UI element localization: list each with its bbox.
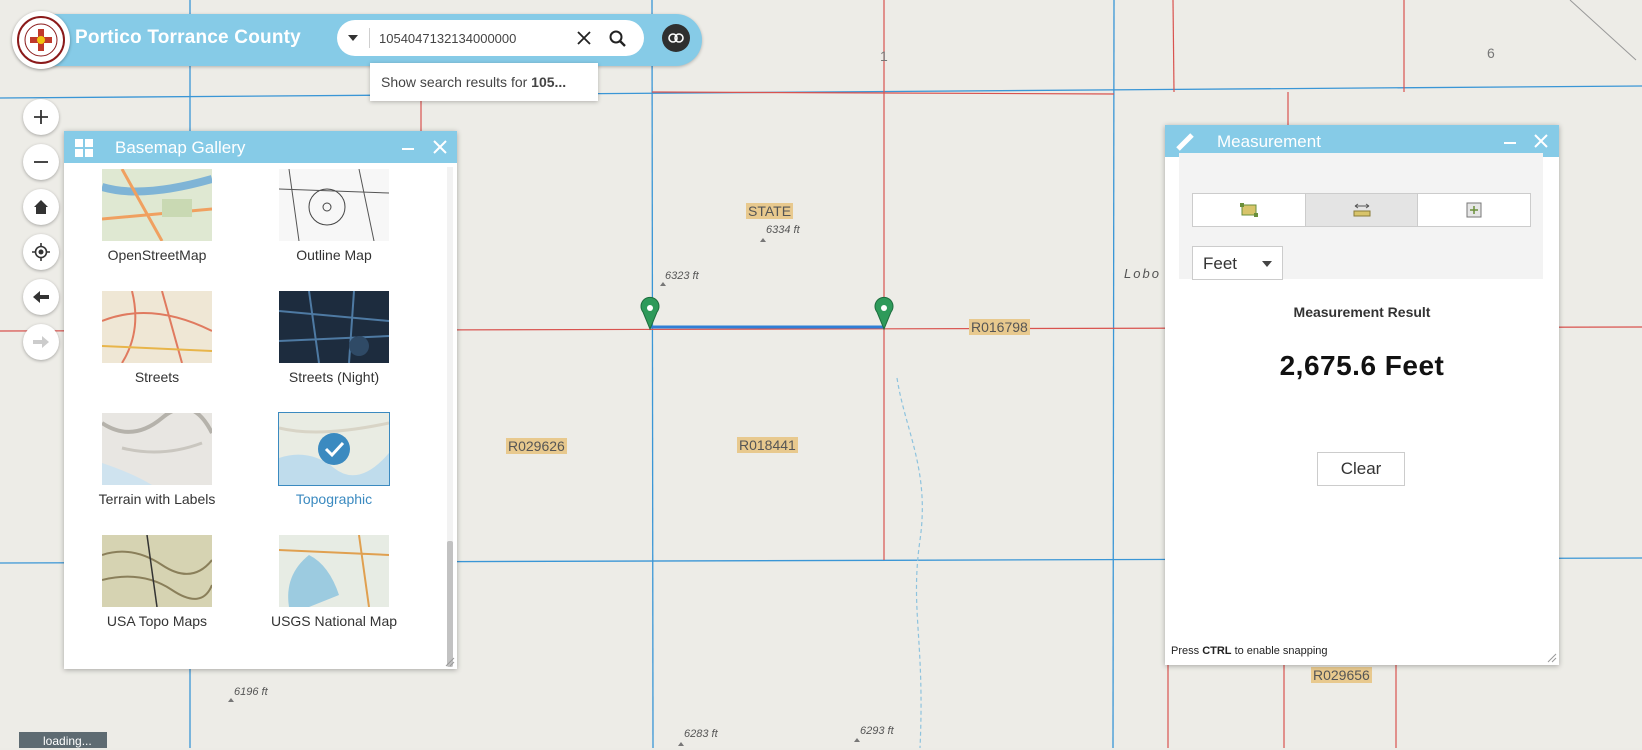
arrow-right-icon	[33, 336, 49, 348]
next-extent-button[interactable]	[23, 324, 59, 360]
gallery-scrollbar-thumb[interactable]	[447, 541, 453, 667]
caret-down-icon	[1262, 261, 1272, 267]
basemap-item-label: Streets (Night)	[288, 369, 380, 385]
basemap-thumbnail	[278, 412, 390, 486]
caret-down-icon	[348, 35, 358, 41]
basemap-item-label: USA Topo Maps	[106, 613, 208, 629]
search-icon[interactable]	[607, 28, 629, 50]
map-label-parcel: R029656	[1311, 667, 1372, 683]
basemap-item-label: Streets	[134, 369, 180, 385]
loading-text: loading...	[43, 734, 92, 748]
resize-handle-icon[interactable]	[1547, 653, 1557, 663]
location-tool[interactable]	[1418, 194, 1530, 226]
unit-select[interactable]: Feet	[1192, 246, 1283, 280]
app-title: Portico Torrance County	[75, 27, 301, 48]
link-icon[interactable]	[662, 24, 690, 52]
close-icon[interactable]	[1534, 134, 1548, 148]
basemap-item-label: Topographic	[295, 491, 373, 507]
home-button[interactable]	[23, 189, 59, 225]
basemap-thumbnail	[279, 169, 389, 241]
plus-icon	[34, 110, 48, 124]
basemap-panel-header[interactable]: Basemap Gallery	[64, 131, 457, 163]
map-label-section: 1	[880, 48, 888, 64]
basemap-thumbnail	[102, 169, 212, 241]
close-icon[interactable]	[433, 140, 447, 154]
basemap-item-topographic[interactable]: Topographic	[259, 412, 409, 508]
locate-icon	[32, 243, 50, 261]
map-label-parcel: R016798	[969, 319, 1030, 335]
basemap-item-streets[interactable]: Streets	[82, 291, 232, 386]
suggestion-query: 105...	[531, 74, 567, 90]
search-box	[337, 20, 644, 56]
basemap-thumbnail	[279, 535, 389, 607]
search-input[interactable]	[379, 20, 559, 56]
basemap-gallery: OpenStreetMap Outline Map Streets Street…	[64, 163, 446, 669]
zoom-in-button[interactable]	[23, 99, 59, 135]
basemap-thumbnail	[102, 413, 212, 485]
measurement-panel-title: Measurement	[1217, 132, 1321, 151]
arrow-left-icon	[33, 291, 49, 303]
basemap-item-streets-night[interactable]: Streets (Night)	[259, 291, 409, 386]
map-label-elevation: 6196 ft	[234, 686, 268, 698]
previous-extent-button[interactable]	[23, 279, 59, 315]
home-icon	[34, 200, 48, 214]
close-icon[interactable]	[575, 29, 593, 47]
basemap-thumbnail	[102, 291, 212, 363]
basemap-item-label: Outline Map	[296, 247, 372, 263]
minimize-icon[interactable]	[402, 148, 414, 152]
loading-indicator: loading...	[19, 732, 107, 748]
map-label-place: Lobo	[1124, 266, 1161, 281]
grid-icon	[75, 139, 93, 157]
resize-handle-icon[interactable]	[445, 657, 455, 667]
measurement-panel: Measurement Feet Measurement Result 2,67…	[1165, 125, 1559, 665]
basemap-item-terrain-with-labels[interactable]: Terrain with Labels	[82, 413, 232, 508]
search-divider	[369, 28, 370, 48]
basemap-item-usgs-national-map[interactable]: USGS National Map	[259, 535, 409, 630]
minimize-icon[interactable]	[1504, 142, 1516, 146]
map-label-elevation: 6293 ft	[860, 725, 894, 737]
county-logo	[12, 11, 70, 69]
map-label-parcel: R018441	[737, 437, 798, 453]
map-label-elevation: 6283 ft	[684, 728, 718, 740]
basemap-item-label: Terrain with Labels	[98, 491, 216, 507]
map-label-state: STATE	[746, 203, 794, 219]
minus-icon	[34, 161, 48, 163]
basemap-thumbnail	[279, 291, 389, 363]
ruler-icon	[1176, 133, 1194, 151]
distance-icon	[1353, 203, 1370, 217]
measurement-result-value: 2,675.6 Feet	[1279, 350, 1445, 381]
distance-tool[interactable]	[1305, 194, 1419, 226]
area-icon	[1239, 203, 1258, 217]
snap-key: CTRL	[1202, 645, 1232, 657]
area-tool[interactable]	[1193, 194, 1306, 226]
map-label-elevation: 6323 ft	[665, 270, 699, 282]
snap-prefix: Press	[1171, 645, 1203, 657]
basemap-item-label: USGS National Map	[270, 613, 398, 629]
locate-button[interactable]	[23, 234, 59, 270]
zoom-out-button[interactable]	[23, 144, 59, 180]
snapping-hint: Press CTRL to enable snapping	[1171, 645, 1328, 657]
snap-suffix: to enable snapping	[1231, 645, 1328, 657]
basemap-gallery-panel: Basemap Gallery OpenStreetMap Outline Ma…	[64, 131, 457, 669]
map-label-section: 6	[1487, 45, 1495, 61]
basemap-item-openstreetmap[interactable]: OpenStreetMap	[82, 169, 232, 264]
clear-button[interactable]: Clear	[1317, 452, 1405, 486]
basemap-item-usa-topo-maps[interactable]: USA Topo Maps	[82, 535, 232, 630]
search-suggestion[interactable]: Show search results for 105...	[370, 63, 598, 101]
measure-end-marker	[874, 296, 894, 331]
basemap-panel-title: Basemap Gallery	[115, 138, 246, 157]
location-icon	[1466, 202, 1482, 218]
map-label-elevation: 6334 ft	[766, 224, 800, 236]
unit-value: Feet	[1203, 254, 1238, 273]
suggestion-prefix: Show search results for	[381, 74, 532, 90]
search-source-dropdown[interactable]	[337, 20, 369, 56]
measurement-result-label: Measurement Result	[1293, 304, 1431, 320]
measurement-tools	[1192, 193, 1531, 227]
basemap-thumbnail	[102, 535, 212, 607]
basemap-item-label: OpenStreetMap	[107, 247, 207, 263]
measure-start-marker	[640, 296, 660, 331]
map-label-parcel: R029626	[506, 438, 567, 454]
basemap-item-outline-map[interactable]: Outline Map	[259, 169, 409, 264]
